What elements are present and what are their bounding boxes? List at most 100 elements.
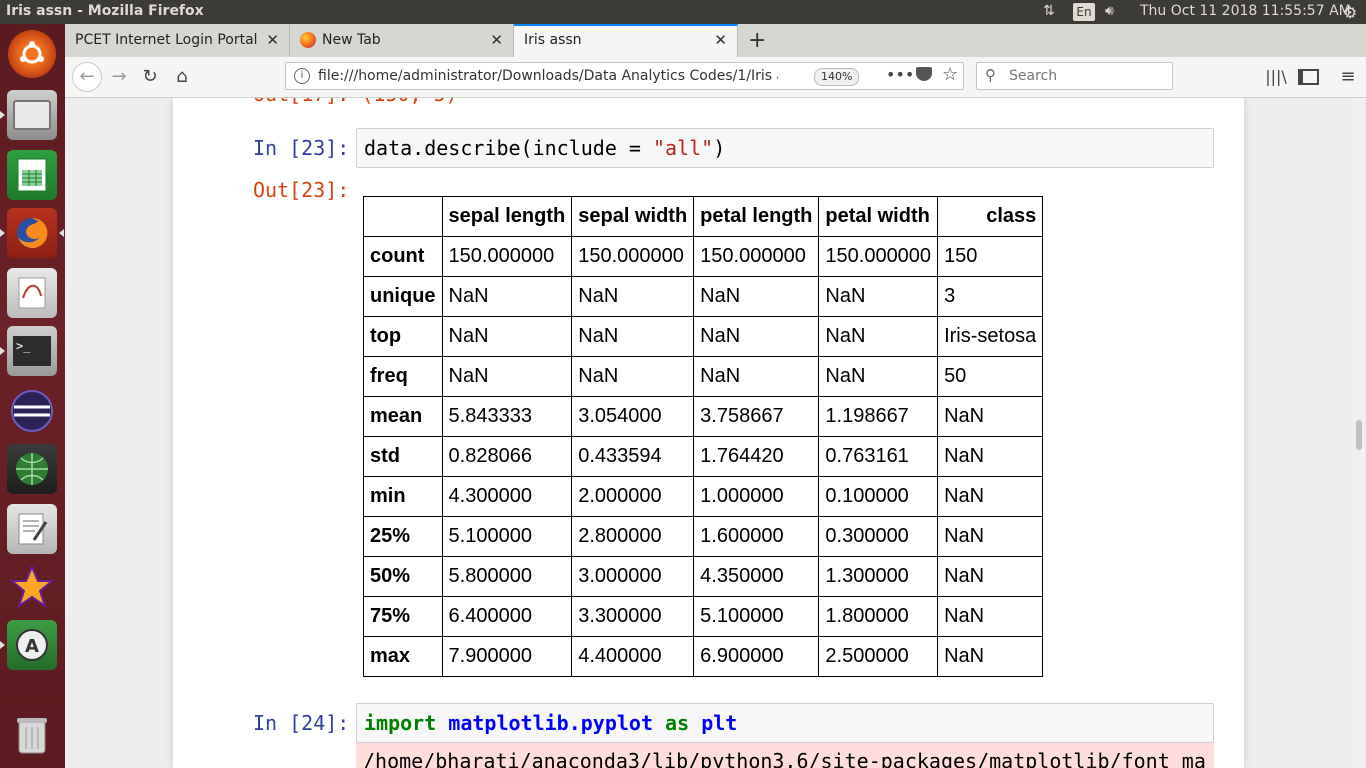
table-cell: 5.800000 bbox=[441, 556, 573, 597]
search-field[interactable]: ⚲ Search bbox=[976, 62, 1173, 90]
table-cell: 1.000000 bbox=[693, 476, 820, 517]
firefox-favicon-icon bbox=[300, 32, 316, 48]
table-cell: 0.300000 bbox=[818, 516, 939, 557]
home-icon[interactable]: ⌂ bbox=[169, 65, 195, 89]
code-cell-24[interactable]: import matplotlib.pyplot as plt bbox=[356, 703, 1214, 743]
in24-prompt: In [24]: bbox=[253, 711, 350, 735]
table-cell: 4.300000 bbox=[441, 476, 573, 517]
close-tab-icon[interactable]: ✕ bbox=[266, 31, 279, 49]
table-cell: 1.198667 bbox=[818, 396, 939, 437]
prev-output-fragment: Out[17]: (150, 5) bbox=[253, 98, 458, 106]
reload-icon[interactable]: ↻ bbox=[137, 65, 163, 89]
table-cell: 0.763161 bbox=[818, 436, 939, 477]
zoom-level-badge[interactable]: 140% bbox=[814, 68, 860, 86]
top-panel: Iris assn - Mozilla Firefox ⇅ En 🔊︎ Thu … bbox=[0, 0, 1366, 24]
table-cell: 50 bbox=[937, 356, 1044, 397]
launcher: >_ A bbox=[0, 24, 65, 768]
row-label: unique bbox=[363, 276, 443, 317]
library-icon[interactable]: |||\ bbox=[1263, 65, 1289, 89]
row-label: top bbox=[363, 316, 443, 357]
sidebar-toggle-icon[interactable] bbox=[1295, 65, 1321, 89]
table-cell: 3.000000 bbox=[571, 556, 695, 597]
table-cell: NaN bbox=[693, 276, 820, 317]
table-cell: 3.300000 bbox=[571, 596, 695, 637]
files-icon[interactable] bbox=[7, 90, 57, 140]
table-cell: NaN bbox=[693, 316, 820, 357]
bookmark-star-icon[interactable]: ☆ bbox=[942, 64, 958, 85]
search-icon: ⚲ bbox=[985, 66, 996, 84]
tab-pcet-portal[interactable]: PCET Internet Login Portal ✕ bbox=[65, 24, 290, 57]
firefox-icon[interactable] bbox=[7, 208, 57, 258]
tab-iris-assn[interactable]: Iris assn ✕ bbox=[514, 24, 738, 57]
menu-hamburger-icon[interactable]: ≡ bbox=[1335, 65, 1361, 89]
code-text: ) bbox=[713, 136, 726, 160]
in23-prompt: In [23]: bbox=[253, 136, 350, 160]
code-module: plt bbox=[701, 711, 738, 735]
table-cell: NaN bbox=[937, 636, 1044, 677]
code-text: data.describe(include = bbox=[364, 136, 653, 160]
row-label: freq bbox=[363, 356, 443, 397]
table-corner-cell bbox=[363, 196, 443, 237]
globe-app-icon[interactable] bbox=[7, 444, 57, 494]
table-cell: 3 bbox=[937, 276, 1044, 317]
keyboard-layout-indicator[interactable]: En bbox=[1073, 3, 1095, 21]
table-cell: 5.100000 bbox=[693, 596, 820, 637]
back-arrow-icon[interactable]: ← bbox=[72, 62, 102, 92]
network-icon[interactable]: ⇅ bbox=[1043, 3, 1055, 19]
trash-icon[interactable] bbox=[7, 710, 57, 760]
table-row: count 150.000000 150.000000 150.000000 150.0… bbox=[363, 236, 1044, 277]
table-row: unique NaN NaN NaN NaN 3 bbox=[363, 276, 1044, 317]
tab-label: Iris assn bbox=[524, 32, 582, 48]
table-cell: 3.758667 bbox=[693, 396, 820, 437]
table-row: max 7.900000 4.400000 6.900000 2.500000 NaN bbox=[363, 636, 1044, 677]
table-cell: NaN bbox=[937, 596, 1044, 637]
volume-icon[interactable]: 🔊︎ bbox=[1105, 3, 1114, 19]
tab-new-tab[interactable]: New Tab ✕ bbox=[290, 24, 514, 57]
table-cell: NaN bbox=[693, 356, 820, 397]
window-title: Iris assn - Mozilla Firefox bbox=[6, 3, 204, 19]
page-scrollbar[interactable] bbox=[1352, 98, 1366, 768]
new-tab-plus-icon[interactable]: + bbox=[748, 28, 766, 53]
terminal-icon[interactable]: >_ bbox=[7, 326, 57, 376]
libreoffice-calc-icon[interactable] bbox=[7, 150, 57, 200]
scrollbar-thumb[interactable] bbox=[1356, 420, 1362, 450]
table-cell: NaN bbox=[937, 396, 1044, 437]
page-actions-icon[interactable]: ••• bbox=[886, 65, 914, 84]
eclipse-icon[interactable] bbox=[7, 386, 57, 436]
document-viewer-icon[interactable] bbox=[7, 268, 57, 318]
table-row: min 4.300000 2.000000 1.000000 0.100000 NaN bbox=[363, 476, 1044, 517]
clock[interactable]: Thu Oct 11 2018 11:55:57 AM bbox=[1140, 3, 1351, 19]
table-cell: NaN bbox=[571, 356, 695, 397]
table-cell: 5.843333 bbox=[441, 396, 573, 437]
table-cell: 2.000000 bbox=[571, 476, 695, 517]
table-row: top NaN NaN NaN NaN Iris-setosa bbox=[363, 316, 1044, 357]
ubuntu-dash-icon[interactable] bbox=[8, 30, 56, 78]
text-editor-icon[interactable] bbox=[7, 504, 57, 554]
row-label: min bbox=[363, 476, 443, 517]
table-cell: 150.000000 bbox=[441, 236, 573, 277]
row-label: mean bbox=[363, 396, 443, 437]
table-cell: NaN bbox=[937, 516, 1044, 557]
code-cell-23[interactable]: data.describe(include = "all") bbox=[356, 128, 1214, 168]
table-cell: NaN bbox=[571, 276, 695, 317]
column-header: class bbox=[937, 196, 1044, 237]
system-gear-icon[interactable]: ⚙ bbox=[1343, 3, 1357, 22]
pocket-icon[interactable] bbox=[916, 67, 932, 81]
software-updater-icon[interactable]: A bbox=[7, 620, 57, 670]
info-icon[interactable]: i bbox=[294, 68, 310, 84]
starred-app-icon[interactable] bbox=[7, 562, 57, 612]
close-tab-icon[interactable]: ✕ bbox=[714, 31, 727, 49]
table-cell: NaN bbox=[818, 316, 939, 357]
table-cell: 1.800000 bbox=[818, 596, 939, 637]
url-text[interactable]: file:///home/administrator/Downloads/Dat… bbox=[318, 68, 778, 84]
running-indicator bbox=[0, 229, 5, 237]
table-cell: 2.500000 bbox=[818, 636, 939, 677]
url-bar[interactable]: i file:///home/administrator/Downloads/D… bbox=[285, 62, 964, 90]
close-tab-icon[interactable]: ✕ bbox=[490, 31, 503, 49]
column-header: petal width bbox=[818, 196, 939, 237]
table-cell: NaN bbox=[937, 556, 1044, 597]
forward-arrow-icon[interactable]: → bbox=[106, 65, 132, 89]
table-cell: Iris-setosa bbox=[937, 316, 1044, 357]
row-label: 25% bbox=[363, 516, 443, 557]
table-cell: 4.400000 bbox=[571, 636, 695, 677]
